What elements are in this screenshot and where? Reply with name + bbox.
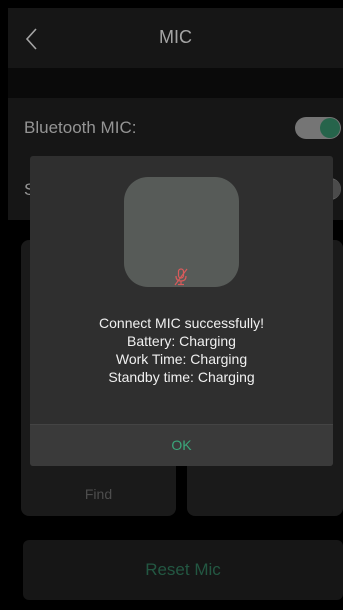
dialog-message: Connect MIC successfully! Battery: Charg… (30, 314, 333, 386)
mic-device-image (124, 177, 239, 287)
ok-label: OK (171, 437, 192, 453)
work-time-text: Work Time: Charging (115, 351, 248, 367)
standby-time-text: Standby time: Charging (108, 369, 255, 385)
mic-off-icon (174, 268, 188, 286)
mic-screen: MIC Bluetooth MIC: S Find Reset Mic (0, 0, 343, 610)
battery-status-text: Battery: Charging (127, 333, 236, 349)
connect-success-dialog: Connect MIC successfully! Battery: Charg… (30, 156, 333, 466)
connect-status-text: Connect MIC successfully! (99, 315, 264, 331)
ok-button[interactable]: OK (30, 424, 333, 466)
